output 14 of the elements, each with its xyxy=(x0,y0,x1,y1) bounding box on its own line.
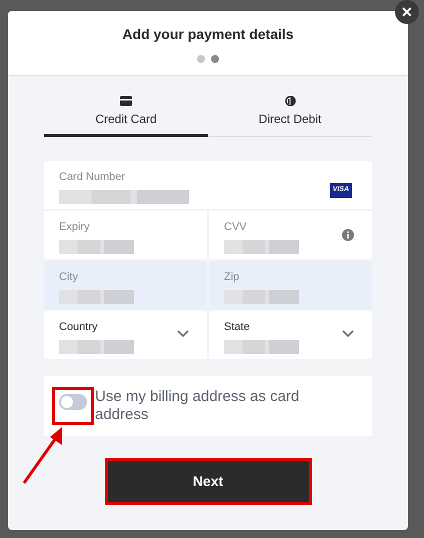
chevron-down-icon xyxy=(177,330,189,338)
credit-card-icon xyxy=(120,96,132,106)
toggle-label: Use my billing address as card address xyxy=(95,388,300,424)
info-icon[interactable] xyxy=(342,229,354,241)
toggle-switch[interactable] xyxy=(59,394,87,410)
input-field[interactable]: State xyxy=(209,311,372,359)
tab[interactable]: Credit Card xyxy=(44,96,208,137)
input-field[interactable]: Country xyxy=(44,311,207,359)
chevron-down-icon xyxy=(342,330,354,338)
annotation-arrow xyxy=(22,427,62,484)
next-button[interactable]: Next xyxy=(104,458,312,505)
tab[interactable]: Direct Debit xyxy=(208,96,372,137)
close-button[interactable]: ✕ xyxy=(395,0,419,24)
modal-title: Add your payment details xyxy=(122,25,294,44)
